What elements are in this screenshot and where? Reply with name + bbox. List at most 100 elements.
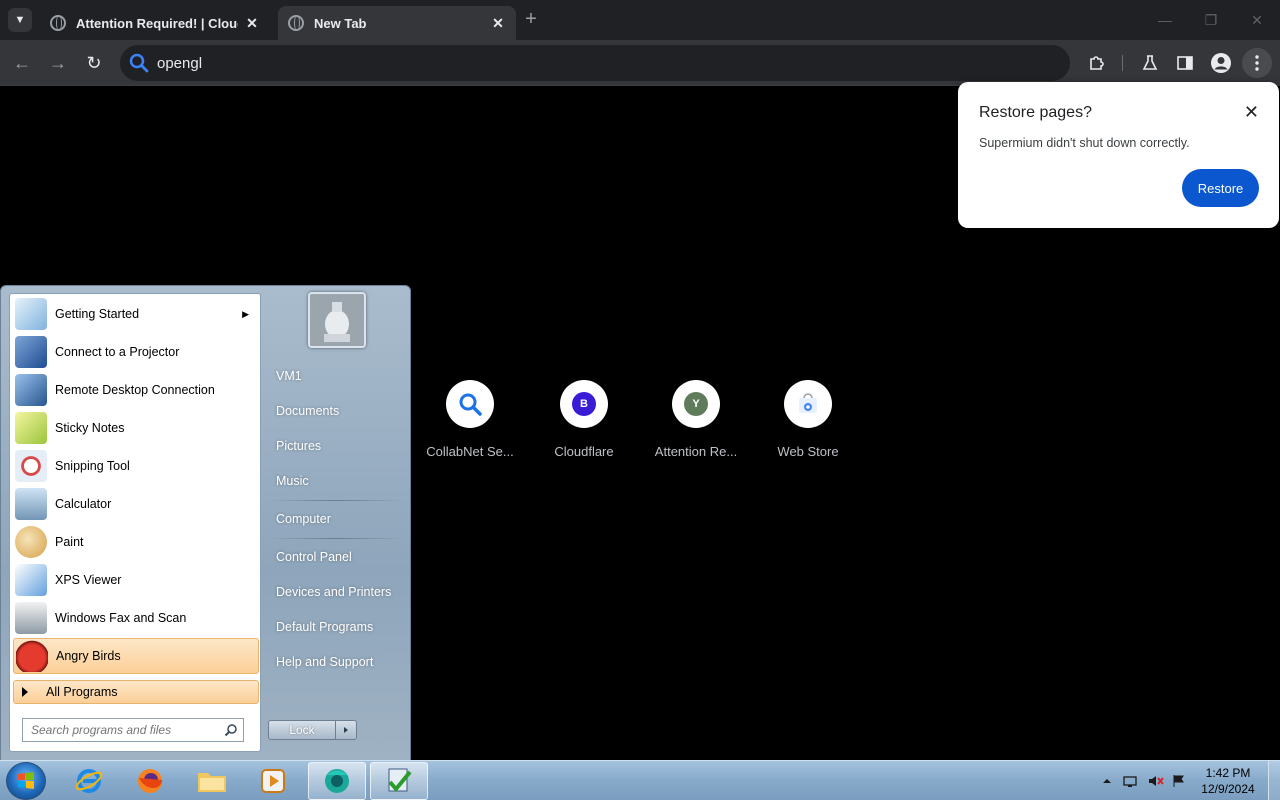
taskbar-internet-explorer[interactable] <box>60 762 118 800</box>
link-user-folder[interactable]: VM1 <box>276 369 302 383</box>
globe-icon <box>50 15 66 31</box>
address-bar[interactable]: opengl <box>120 45 1070 81</box>
restore-button[interactable]: Restore <box>1182 169 1259 207</box>
search-icon <box>459 393 482 416</box>
taskbar-media-player[interactable] <box>244 762 302 800</box>
lock-button[interactable]: Lock <box>268 720 336 740</box>
link-help-support[interactable]: Help and Support <box>276 655 373 669</box>
start-search-input[interactable] <box>22 718 244 742</box>
show-hidden-icons-button[interactable] <box>1100 774 1114 788</box>
program-connect-projector[interactable]: Connect to a Projector <box>13 334 259 370</box>
browser-menu-button[interactable] <box>1242 48 1272 78</box>
menu-separator <box>269 538 403 539</box>
program-sticky-notes[interactable]: Sticky Notes <box>13 410 259 446</box>
shortcut-attention-required[interactable]: Y Attention Re... <box>640 380 752 470</box>
close-window-button[interactable]: ✕ <box>1244 8 1270 32</box>
shortcut-cloudflare[interactable]: B Cloudflare <box>528 380 640 470</box>
dialog-message: Supermium didn't shut down correctly. <box>979 136 1190 150</box>
flask-icon <box>1142 55 1158 70</box>
link-default-programs[interactable]: Default Programs <box>276 620 373 634</box>
side-panel-button[interactable] <box>1172 50 1198 76</box>
link-pictures[interactable]: Pictures <box>276 439 321 453</box>
program-label: Paint <box>55 535 84 549</box>
link-documents[interactable]: Documents <box>276 404 339 418</box>
tab-attention-required[interactable]: Attention Required! | Cloudflare ✕ <box>40 6 270 40</box>
user-account-picture[interactable] <box>308 292 366 348</box>
action-center-tray-icon[interactable] <box>1172 774 1186 788</box>
forward-button[interactable]: → <box>45 50 71 76</box>
close-tab-icon[interactable]: ✕ <box>490 15 506 31</box>
program-label: Calculator <box>55 497 112 511</box>
shutdown-options-button[interactable] <box>335 720 357 740</box>
close-tab-icon[interactable]: ✕ <box>244 15 260 31</box>
minimize-button[interactable]: — <box>1152 8 1178 32</box>
sticky-notes-icon <box>15 412 47 444</box>
start-menu-programs-pane: Getting Started ▶ Connect to a Projector… <box>9 293 261 752</box>
globe-icon <box>288 15 304 31</box>
link-control-panel[interactable]: Control Panel <box>276 550 352 564</box>
triangle-right-icon <box>22 687 28 697</box>
link-devices-printers[interactable]: Devices and Printers <box>276 585 391 599</box>
start-button[interactable] <box>6 762 46 800</box>
program-angry-birds[interactable]: Angry Birds <box>13 638 259 674</box>
close-icon[interactable]: ✕ <box>1244 102 1259 123</box>
letter-avatar-icon: Y <box>684 392 708 416</box>
media-player-icon <box>261 769 285 793</box>
shortcut-web-store[interactable]: Web Store <box>752 380 864 470</box>
scissors-icon <box>15 450 47 482</box>
taskbar-supermium[interactable] <box>308 762 366 800</box>
back-button[interactable]: ← <box>9 50 35 76</box>
reload-button[interactable]: ↻ <box>81 50 107 76</box>
angry-birds-icon <box>16 640 48 672</box>
puzzle-icon <box>1090 56 1104 70</box>
program-label: XPS Viewer <box>55 573 122 587</box>
program-getting-started[interactable]: Getting Started ▶ <box>13 296 259 332</box>
program-calculator[interactable]: Calculator <box>13 486 259 522</box>
program-remote-desktop[interactable]: Remote Desktop Connection <box>13 372 259 408</box>
tab-new-tab[interactable]: New Tab ✕ <box>278 6 516 40</box>
taskbar-task-app[interactable] <box>370 762 428 800</box>
network-tray-icon[interactable] <box>1123 774 1137 788</box>
labs-button[interactable] <box>1137 50 1163 76</box>
address-bar-text[interactable]: opengl <box>157 55 202 72</box>
new-tab-button[interactable]: + <box>520 9 542 31</box>
link-computer[interactable]: Computer <box>276 512 331 526</box>
program-fax-scan[interactable]: Windows Fax and Scan <box>13 600 259 636</box>
program-label: Getting Started <box>55 307 140 321</box>
extensions-button[interactable] <box>1084 50 1110 76</box>
show-desktop-button[interactable] <box>1268 761 1280 800</box>
speaker-muted-icon <box>1149 776 1164 786</box>
search-icon <box>129 53 149 73</box>
program-label: Sticky Notes <box>55 421 125 435</box>
program-label: Remote Desktop Connection <box>55 383 215 397</box>
tab-search-button[interactable]: ▼ <box>8 8 32 32</box>
all-programs-button[interactable]: All Programs <box>13 680 259 704</box>
letter-avatar-icon: B <box>572 392 596 416</box>
shortcut-label: Web Store <box>777 444 839 459</box>
folder-icon <box>198 773 226 792</box>
taskbar-clock[interactable]: 1:42 PM 12/9/2024 <box>1190 765 1266 797</box>
profile-button[interactable] <box>1208 50 1234 76</box>
shortcut-icon: Y <box>672 380 720 428</box>
volume-tray-icon[interactable] <box>1148 774 1164 788</box>
link-music[interactable]: Music <box>276 474 309 488</box>
shortcut-label: Attention Re... <box>654 444 738 459</box>
program-xps-viewer[interactable]: XPS Viewer <box>13 562 259 598</box>
forward-arrow-icon: → <box>49 53 67 73</box>
program-snipping-tool[interactable]: Snipping Tool <box>13 448 259 484</box>
program-paint[interactable]: Paint <box>13 524 259 560</box>
checkmark-app-icon <box>388 768 412 793</box>
taskbar-firefox[interactable] <box>121 762 179 800</box>
taskbar-file-explorer[interactable] <box>183 762 241 800</box>
restore-pages-dialog: Restore pages? ✕ Supermium didn't shut d… <box>958 82 1279 228</box>
windows-logo-icon <box>18 772 34 789</box>
reload-icon: ↻ <box>86 53 102 73</box>
clock-date: 12/9/2024 <box>1201 782 1255 796</box>
xps-viewer-icon <box>15 564 47 596</box>
calculator-icon <box>15 488 47 520</box>
tab-strip: ▼ Attention Required! | Cloudflare ✕ New… <box>0 0 1280 40</box>
restore-window-button[interactable]: ❐ <box>1198 8 1224 32</box>
shortcut-collabnet[interactable]: CollabNet Se... <box>414 380 526 470</box>
side-panel-icon <box>1177 56 1193 70</box>
browser-toolbar: ← → ↻ opengl <box>0 40 1280 86</box>
